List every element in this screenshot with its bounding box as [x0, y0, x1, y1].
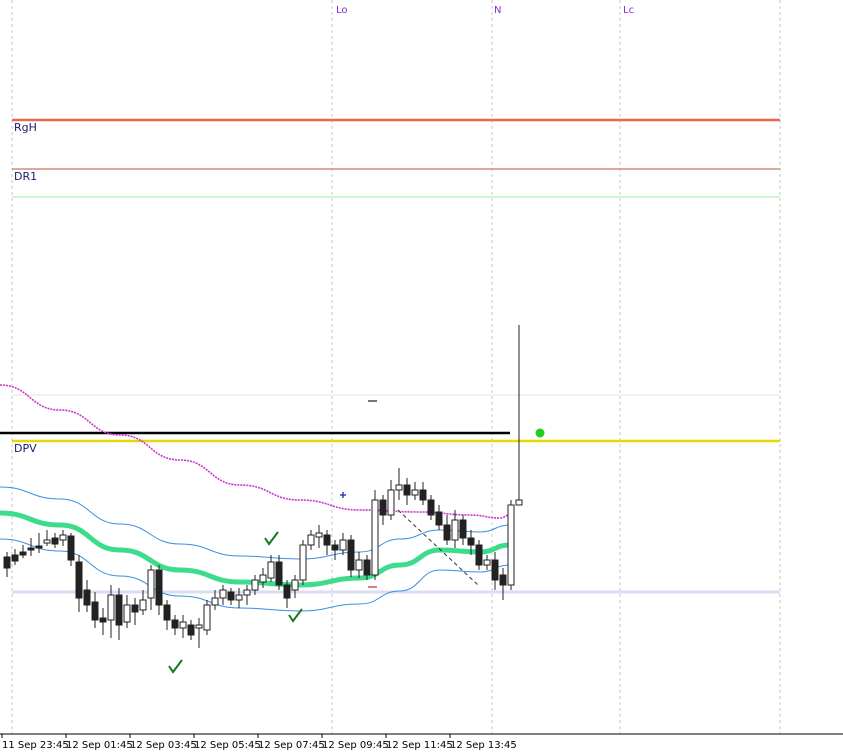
candle-body-37 — [299, 544, 307, 581]
candle-body-1 — [11, 554, 19, 562]
candle-body-30 — [243, 589, 251, 596]
session-label-n: N — [494, 5, 501, 16]
candle-body-35 — [283, 584, 291, 599]
candle-body-59 — [475, 544, 483, 566]
candles-layer — [3, 325, 523, 648]
candle-body-38 — [307, 534, 315, 546]
candle-body-31 — [251, 579, 259, 591]
session-label-lo: Lo — [336, 5, 348, 16]
candle-body-47 — [379, 499, 387, 516]
candle-body-23 — [187, 624, 195, 636]
x-tick-label-3: 12 Sep 05:45 — [194, 740, 261, 751]
candle-body-2 — [19, 551, 27, 556]
candle-body-25 — [203, 604, 211, 631]
candle-body-46 — [371, 499, 379, 576]
candle-body-39 — [315, 532, 323, 538]
candle-body-32 — [259, 574, 267, 583]
candle-body-28 — [227, 591, 235, 601]
candle-body-40 — [323, 534, 331, 546]
x-axis: 11 Sep 23:4512 Sep 01:4512 Sep 03:4512 S… — [0, 733, 843, 751]
candle-body-33 — [267, 561, 275, 579]
candle-body-0 — [3, 556, 11, 569]
x-tick-label-2: 12 Sep 03:45 — [130, 740, 197, 751]
candle-body-48 — [387, 489, 395, 516]
x-tick-label-4: 12 Sep 07:45 — [258, 740, 325, 751]
candle-body-6 — [51, 537, 59, 545]
moving-average — [0, 384, 511, 519]
candle-body-10 — [83, 589, 91, 606]
candle-body-9 — [75, 561, 83, 599]
session-label-lc: Lc — [623, 5, 634, 16]
candle-body-62 — [499, 574, 507, 586]
candle-body-21 — [171, 619, 179, 629]
candle-body-64 — [515, 499, 523, 506]
x-tick-label-6: 12 Sep 11:45 — [386, 740, 453, 751]
candle-body-52 — [419, 489, 427, 501]
candle-body-14 — [115, 594, 123, 626]
candle-body-51 — [411, 489, 419, 496]
levels-layer: RgH DR1 DPV — [0, 118, 780, 594]
candle-body-41 — [331, 544, 339, 551]
candle-body-22 — [179, 621, 187, 629]
candle-body-49 — [395, 484, 403, 491]
cross-marker-3 — [340, 492, 346, 498]
candle-body-15 — [123, 604, 131, 623]
candle-body-18 — [147, 569, 155, 599]
candle-body-20 — [163, 604, 171, 621]
candle-body-5 — [43, 539, 51, 544]
signal-dot — [535, 428, 545, 438]
candle-body-42 — [339, 539, 347, 551]
candle-body-57 — [459, 519, 467, 539]
candle-body-7 — [59, 534, 67, 541]
level-label-dpv: DPV — [14, 442, 37, 455]
candle-body-44 — [355, 559, 363, 571]
x-tick-label-5: 12 Sep 09:45 — [322, 740, 389, 751]
candle-body-58 — [467, 537, 475, 546]
candle-body-63 — [507, 504, 515, 586]
candle-body-54 — [435, 511, 443, 526]
candle-body-53 — [427, 499, 435, 516]
candle-body-26 — [211, 597, 219, 606]
candle-body-19 — [155, 569, 163, 606]
candle-body-34 — [275, 561, 283, 586]
candle-body-3 — [27, 547, 35, 551]
check-marker-0 — [168, 659, 183, 674]
candle-body-24 — [195, 624, 203, 629]
candle-body-60 — [483, 559, 491, 566]
candle-body-16 — [131, 604, 139, 613]
candle-body-55 — [443, 524, 451, 541]
candle-body-17 — [139, 599, 147, 611]
check-marker-1 — [264, 531, 279, 546]
x-tick-label-1: 12 Sep 01:45 — [66, 740, 133, 751]
level-label-rgh: RgH — [14, 121, 37, 134]
candle-body-8 — [67, 535, 75, 561]
candle-body-45 — [363, 559, 371, 576]
candle-body-43 — [347, 539, 355, 571]
candle-body-56 — [451, 519, 459, 541]
candle-body-36 — [291, 579, 299, 591]
candle-body-50 — [403, 484, 411, 496]
candle-body-11 — [91, 601, 99, 621]
candle-body-13 — [107, 594, 115, 621]
candle-body-29 — [235, 594, 243, 601]
candle-body-12 — [99, 617, 107, 623]
candle-body-61 — [491, 559, 499, 581]
candlestick-chart: RgHDR1DPV 11 Sep 23:4512 Sep 01:4512 Sep… — [0, 0, 843, 751]
candle-body-4 — [35, 545, 43, 549]
x-tick-label-7: 12 Sep 13:45 — [450, 740, 517, 751]
chart-root: RgH DR1 DPV 11 Sep 23:45 12 Sep 01:45 12 Sep… — [0, 0, 843, 752]
level-label-dr1: DR1 — [14, 170, 37, 183]
x-tick-label-0: 11 Sep 23:45 — [2, 740, 69, 751]
session-labels: Lo N Lc — [336, 5, 634, 16]
candle-body-27 — [219, 589, 227, 599]
